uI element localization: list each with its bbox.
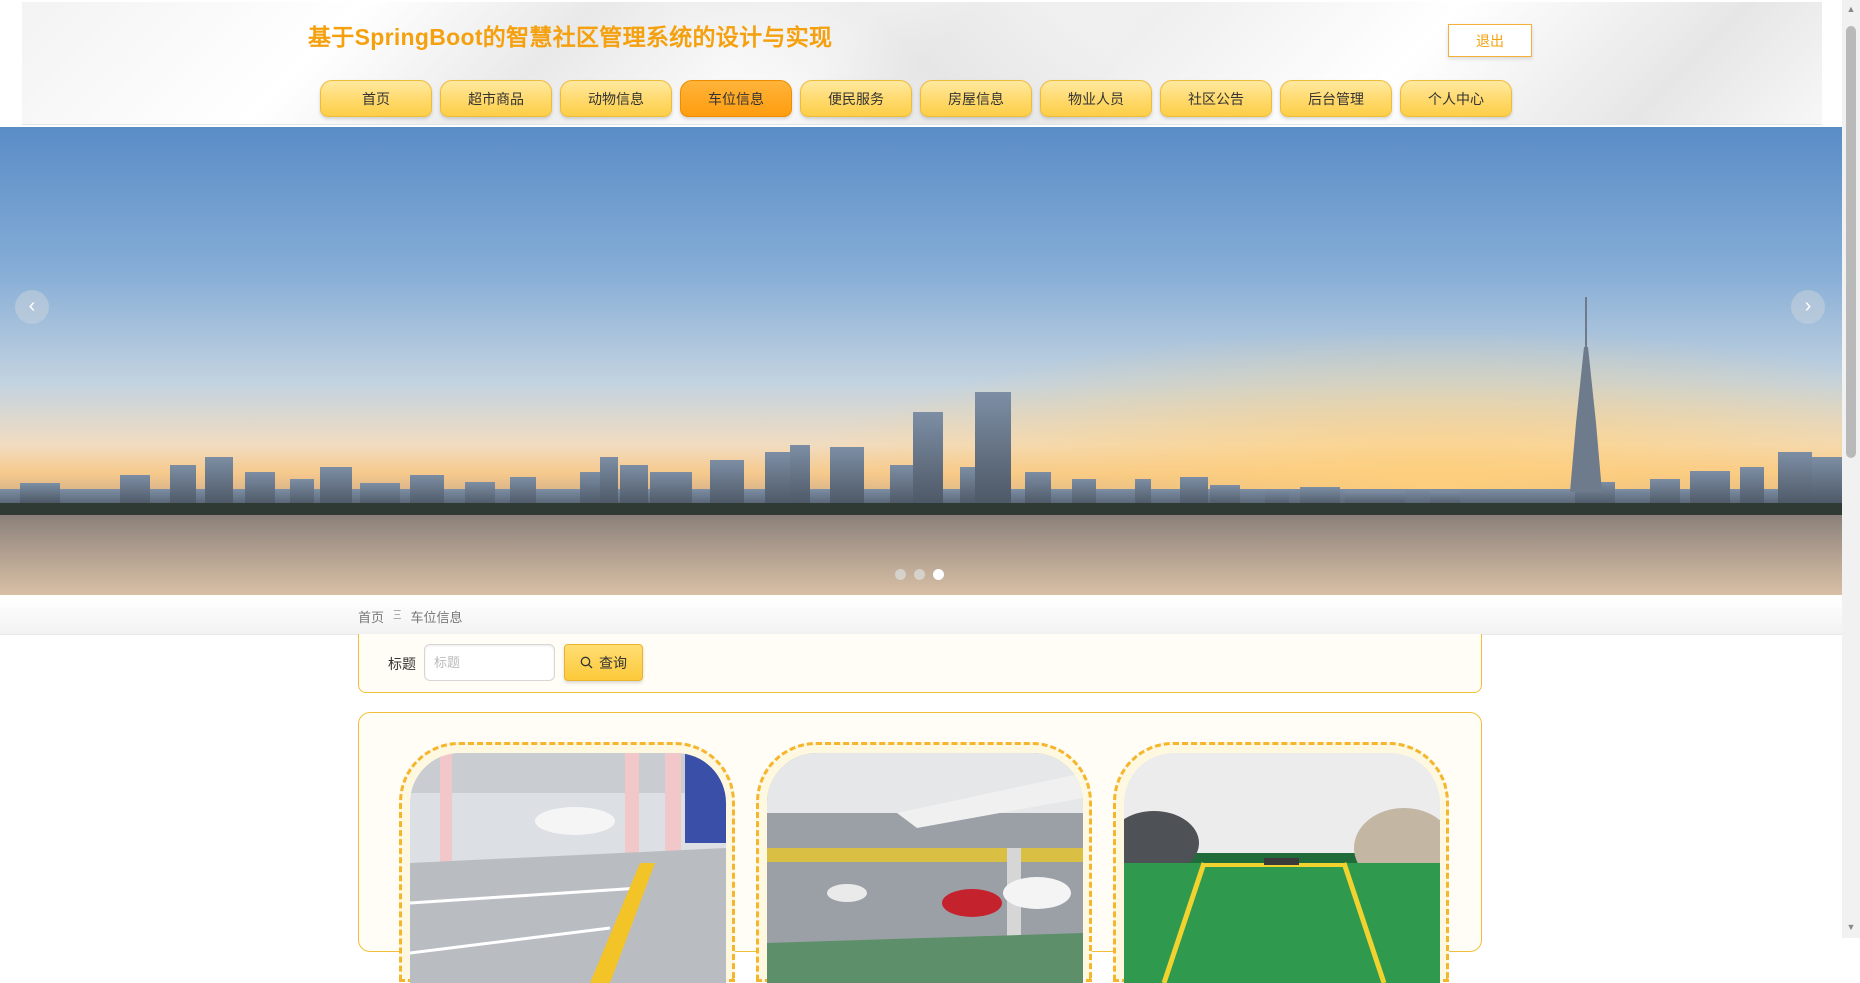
nav-item-housing-info[interactable]: 房屋信息	[920, 80, 1032, 117]
parking-list-panel	[358, 712, 1482, 983]
site-header: 基于SpringBoot的智慧社区管理系统的设计与实现 退出 首页 超市商品 动…	[22, 2, 1822, 125]
nav-item-community-notice[interactable]: 社区公告	[1160, 80, 1272, 117]
search-icon	[580, 656, 593, 669]
nav-item-home[interactable]: 首页	[320, 80, 432, 117]
banner-carousel: ‹ ›	[0, 127, 1842, 595]
search-title-input[interactable]	[424, 644, 555, 681]
nav-item-convenience-service[interactable]: 便民服务	[800, 80, 912, 117]
carousel-dot-3[interactable]	[933, 569, 944, 580]
city-skyline-image	[0, 127, 1842, 595]
carousel-next-button[interactable]: ›	[1791, 290, 1825, 324]
site-title: 基于SpringBoot的智慧社区管理系统的设计与实现	[308, 24, 833, 50]
breadcrumb-current: 车位信息	[410, 610, 463, 625]
scrollbar-thumb[interactable]	[1846, 26, 1856, 458]
nav-item-admin[interactable]: 后台管理	[1280, 80, 1392, 117]
page-scrollbar[interactable]: ▲ ▼	[1842, 0, 1860, 938]
breadcrumb: 首页 Ξ 车位信息	[358, 607, 462, 626]
nav-item-personal-center[interactable]: 个人中心	[1400, 80, 1512, 117]
nav-item-property-staff[interactable]: 物业人员	[1040, 80, 1152, 117]
scroll-up-arrow-icon[interactable]: ▲	[1846, 4, 1856, 14]
carousel-dot-2[interactable]	[914, 569, 925, 580]
search-button[interactable]: 查询	[564, 644, 643, 681]
main-nav: 首页 超市商品 动物信息 车位信息 便民服务 房屋信息 物业人员 社区公告 后台…	[320, 80, 1512, 117]
scroll-down-arrow-icon[interactable]: ▼	[1846, 922, 1856, 932]
parking-image	[410, 753, 726, 983]
parking-card[interactable]	[399, 742, 735, 983]
parking-image	[1124, 753, 1440, 983]
parking-card[interactable]	[756, 742, 1092, 983]
nav-item-supermarket-goods[interactable]: 超市商品	[440, 80, 552, 117]
nav-item-animal-info[interactable]: 动物信息	[560, 80, 672, 117]
search-button-label: 查询	[599, 654, 627, 671]
carousel-dot-1[interactable]	[895, 569, 906, 580]
search-title-label: 标题	[388, 656, 416, 672]
parking-image	[767, 753, 1083, 983]
breadcrumb-separator: Ξ	[393, 607, 402, 622]
nav-item-parking-info[interactable]: 车位信息	[680, 80, 792, 117]
carousel-prev-button[interactable]: ‹	[15, 290, 49, 324]
breadcrumb-bar: 首页 Ξ 车位信息	[0, 598, 1842, 635]
carousel-indicators	[895, 569, 944, 580]
parking-card[interactable]	[1113, 742, 1449, 983]
logout-button[interactable]: 退出	[1448, 24, 1532, 57]
breadcrumb-home-link[interactable]: 首页	[358, 607, 384, 626]
search-panel: 标题 查询	[358, 634, 1482, 693]
